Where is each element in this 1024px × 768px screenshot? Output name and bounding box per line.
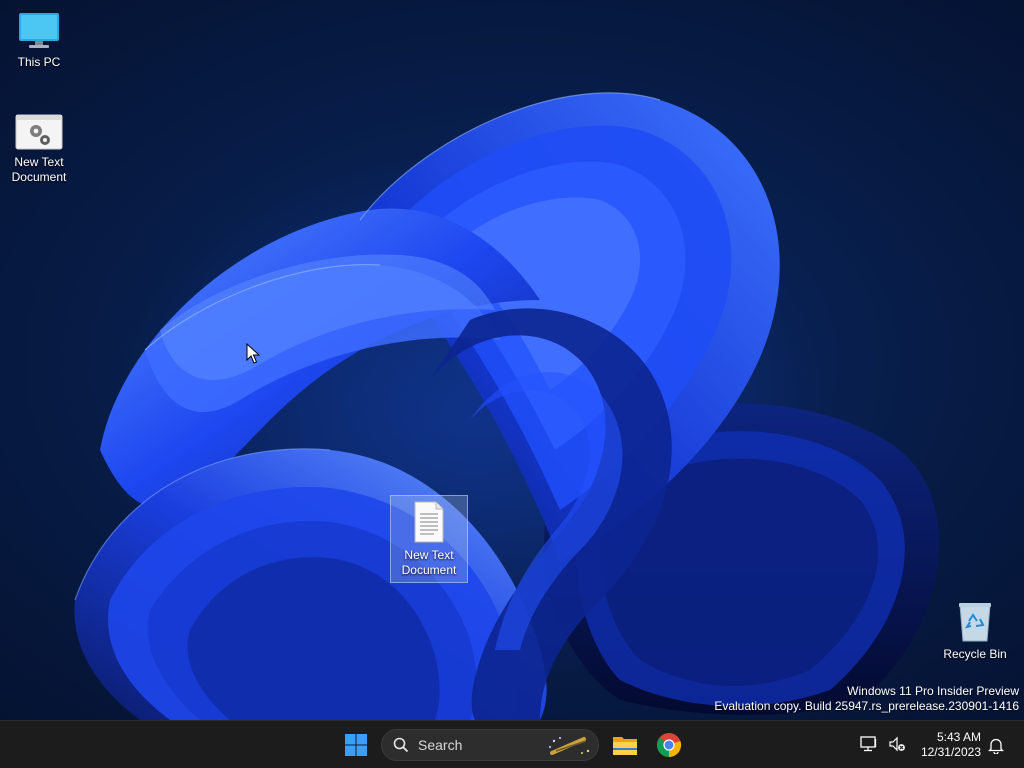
watermark-line2: Evaluation copy. Build 25947.rs_prerelea… (714, 699, 1019, 713)
taskbar-clock[interactable]: 5:43 AM 12/31/2023 (921, 730, 981, 760)
bloom-wallpaper (74, 92, 940, 720)
start-button[interactable] (336, 725, 376, 765)
chrome-icon (656, 733, 682, 758)
desktop[interactable]: This PC New Text Document New Text Docum… (0, 0, 1024, 720)
new-text-document-label-line1: New Text (404, 548, 454, 562)
recycle-bin-icon (959, 603, 991, 642)
search-placeholder: Search (418, 737, 463, 753)
system-tray: 5:43 AM 12/31/2023 (854, 721, 1024, 768)
file-explorer-taskbar-button[interactable] (605, 725, 645, 765)
evaluation-watermark: Windows 11 Pro Insider Preview Evaluatio… (714, 684, 1019, 714)
network-icon[interactable] (860, 735, 878, 753)
monitor-icon (19, 13, 59, 48)
watermark-line1: Windows 11 Pro Insider Preview (847, 684, 1019, 698)
folder-icon (613, 737, 637, 755)
bell-icon[interactable] (988, 737, 1004, 754)
this-pc-label: This PC (17, 55, 61, 69)
settings-document-icon (15, 114, 63, 150)
windows-start-icon (345, 734, 367, 756)
recycle-bin-label: Recycle Bin (943, 647, 1007, 661)
recycle-bin-desktop-icon[interactable]: Recycle Bin (936, 594, 1014, 667)
volume-muted-icon[interactable] (888, 735, 906, 753)
taskbar-search-box[interactable]: Search (381, 729, 599, 761)
new-text-document-label-line1: New Text (14, 155, 64, 169)
chrome-taskbar-button[interactable] (649, 725, 689, 765)
new-text-document-label-line2: Document (11, 170, 67, 184)
clock-time: 5:43 AM (936, 730, 981, 744)
taskbar: Search 5:43 AM 12/31/2023 (0, 720, 1024, 768)
search-highlight-icon (549, 737, 590, 755)
text-document-icon (414, 501, 444, 543)
search-icon (393, 737, 409, 753)
new-text-document-icon-top[interactable]: New Text Document (0, 106, 78, 190)
clock-date: 12/31/2023 (920, 745, 981, 759)
new-text-document-label-line2: Document (401, 563, 457, 577)
mouse-cursor-icon (246, 343, 260, 364)
new-text-document-icon-center[interactable]: New Text Document (390, 495, 468, 583)
this-pc-desktop-icon[interactable]: This PC (0, 6, 78, 75)
